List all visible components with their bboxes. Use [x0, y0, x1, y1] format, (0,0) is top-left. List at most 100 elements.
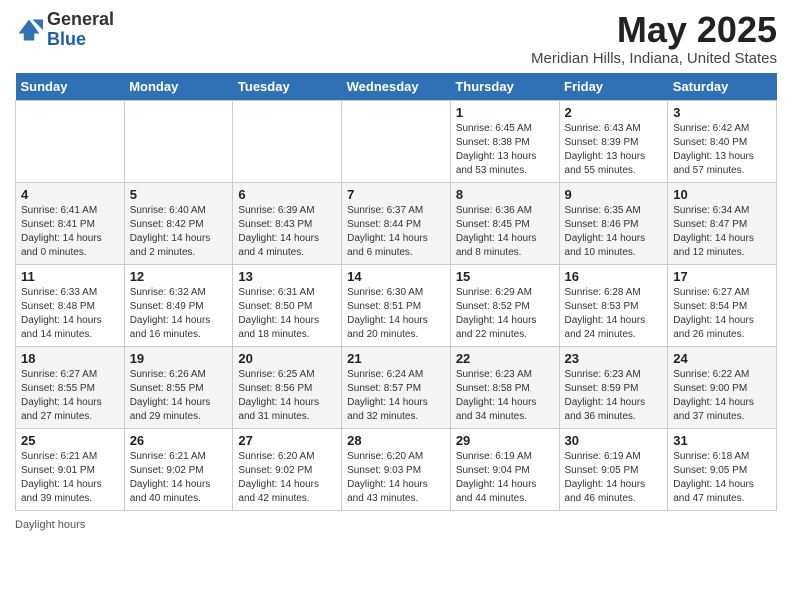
day-info: Sunrise: 6:42 AM Sunset: 8:40 PM Dayligh…	[673, 122, 771, 178]
day-info: Sunrise: 6:19 AM Sunset: 9:05 PM Dayligh…	[565, 450, 663, 506]
month-title: May 2025	[531, 10, 777, 50]
day-info: Sunrise: 6:23 AM Sunset: 8:58 PM Dayligh…	[456, 368, 554, 424]
day-cell: 16Sunrise: 6:28 AM Sunset: 8:53 PM Dayli…	[559, 264, 668, 346]
col-header-saturday: Saturday	[668, 73, 777, 101]
day-cell: 8 Sunrise: 6:36 AM Sunset: 8:45 PM Daylig…	[450, 182, 559, 264]
day-info: Sunrise: 6:34 AM Sunset: 8:47 PM Dayligh…	[673, 204, 771, 260]
day-cell: 24 Sunrise: 6:22 AM Sunset: 9:00 PM Dayli…	[668, 346, 777, 428]
day-number: 12	[130, 269, 228, 284]
day-info: Sunrise: 6:45 AM Sunset: 8:38 PM Dayligh…	[456, 122, 554, 178]
logo-general-text: General	[47, 9, 114, 29]
day-info: Sunrise: 6:28 AM Sunset: 8:53 PM Dayligh…	[565, 286, 663, 342]
day-number: 7	[347, 187, 445, 202]
day-number: 18	[21, 351, 119, 366]
day-cell: 29Sunrise: 6:19 AM Sunset: 9:04 PM Dayli…	[450, 428, 559, 510]
day-number: 30	[565, 433, 663, 448]
day-number: 27	[238, 433, 336, 448]
day-info: Sunrise: 6:20 AM Sunset: 9:03 PM Dayligh…	[347, 450, 445, 506]
day-number: 23	[565, 351, 663, 366]
col-header-thursday: Thursday	[450, 73, 559, 101]
day-cell: 13 Sunrise: 6:31 AM Sunset: 8:50 PM Dayli…	[233, 264, 342, 346]
day-cell: 22Sunrise: 6:23 AM Sunset: 8:58 PM Dayli…	[450, 346, 559, 428]
day-info: Sunrise: 6:23 AM Sunset: 8:59 PM Dayligh…	[565, 368, 663, 424]
day-info: Sunrise: 6:21 AM Sunset: 9:02 PM Dayligh…	[130, 450, 228, 506]
col-header-friday: Friday	[559, 73, 668, 101]
location-subtitle: Meridian Hills, Indiana, United States	[531, 50, 777, 67]
day-number: 11	[21, 269, 119, 284]
logo-text: General Blue	[47, 10, 114, 50]
day-number: 1	[456, 105, 554, 120]
day-number: 6	[238, 187, 336, 202]
calendar-table: SundayMondayTuesdayWednesdayThursdayFrid…	[15, 73, 777, 511]
day-cell	[16, 100, 125, 182]
day-number: 2	[565, 105, 663, 120]
day-cell: 6 Sunrise: 6:39 AM Sunset: 8:43 PM Daylig…	[233, 182, 342, 264]
day-number: 31	[673, 433, 771, 448]
day-info: Sunrise: 6:18 AM Sunset: 9:05 PM Dayligh…	[673, 450, 771, 506]
day-info: Sunrise: 6:19 AM Sunset: 9:04 PM Dayligh…	[456, 450, 554, 506]
day-info: Sunrise: 6:20 AM Sunset: 9:02 PM Dayligh…	[238, 450, 336, 506]
day-number: 8	[456, 187, 554, 202]
day-info: Sunrise: 6:32 AM Sunset: 8:49 PM Dayligh…	[130, 286, 228, 342]
day-cell: 18Sunrise: 6:27 AM Sunset: 8:55 PM Dayli…	[16, 346, 125, 428]
day-info: Sunrise: 6:33 AM Sunset: 8:48 PM Dayligh…	[21, 286, 119, 342]
day-cell: 17Sunrise: 6:27 AM Sunset: 8:54 PM Dayli…	[668, 264, 777, 346]
week-row-5: 25Sunrise: 6:21 AM Sunset: 9:01 PM Dayli…	[16, 428, 777, 510]
day-number: 17	[673, 269, 771, 284]
day-info: Sunrise: 6:31 AM Sunset: 8:50 PM Dayligh…	[238, 286, 336, 342]
day-cell: 19Sunrise: 6:26 AM Sunset: 8:55 PM Dayli…	[124, 346, 233, 428]
day-cell: 26 Sunrise: 6:21 AM Sunset: 9:02 PM Dayli…	[124, 428, 233, 510]
day-cell: 12 Sunrise: 6:32 AM Sunset: 8:49 PM Dayli…	[124, 264, 233, 346]
day-info: Sunrise: 6:29 AM Sunset: 8:52 PM Dayligh…	[456, 286, 554, 342]
day-info: Sunrise: 6:39 AM Sunset: 8:43 PM Dayligh…	[238, 204, 336, 260]
header-row: SundayMondayTuesdayWednesdayThursdayFrid…	[16, 73, 777, 101]
day-cell: 15 Sunrise: 6:29 AM Sunset: 8:52 PM Dayli…	[450, 264, 559, 346]
day-info: Sunrise: 6:25 AM Sunset: 8:56 PM Dayligh…	[238, 368, 336, 424]
day-cell: 2 Sunrise: 6:43 AM Sunset: 8:39 PM Daylig…	[559, 100, 668, 182]
day-number: 24	[673, 351, 771, 366]
day-cell: 25Sunrise: 6:21 AM Sunset: 9:01 PM Dayli…	[16, 428, 125, 510]
day-number: 9	[565, 187, 663, 202]
day-cell: 5 Sunrise: 6:40 AM Sunset: 8:42 PM Daylig…	[124, 182, 233, 264]
day-cell: 3 Sunrise: 6:42 AM Sunset: 8:40 PM Daylig…	[668, 100, 777, 182]
day-number: 14	[347, 269, 445, 284]
day-number: 5	[130, 187, 228, 202]
day-number: 10	[673, 187, 771, 202]
logo-blue-text: Blue	[47, 29, 86, 49]
day-info: Sunrise: 6:40 AM Sunset: 8:42 PM Dayligh…	[130, 204, 228, 260]
col-header-wednesday: Wednesday	[342, 73, 451, 101]
day-cell: 30 Sunrise: 6:19 AM Sunset: 9:05 PM Dayli…	[559, 428, 668, 510]
col-header-tuesday: Tuesday	[233, 73, 342, 101]
day-info: Sunrise: 6:36 AM Sunset: 8:45 PM Dayligh…	[456, 204, 554, 260]
day-number: 4	[21, 187, 119, 202]
day-info: Sunrise: 6:21 AM Sunset: 9:01 PM Dayligh…	[21, 450, 119, 506]
day-info: Sunrise: 6:37 AM Sunset: 8:44 PM Dayligh…	[347, 204, 445, 260]
logo-icon	[15, 16, 43, 44]
day-cell: 14 Sunrise: 6:30 AM Sunset: 8:51 PM Dayli…	[342, 264, 451, 346]
day-number: 28	[347, 433, 445, 448]
day-number: 26	[130, 433, 228, 448]
day-info: Sunrise: 6:35 AM Sunset: 8:46 PM Dayligh…	[565, 204, 663, 260]
title-block: May 2025 Meridian Hills, Indiana, United…	[531, 10, 777, 67]
day-info: Sunrise: 6:30 AM Sunset: 8:51 PM Dayligh…	[347, 286, 445, 342]
daylight-label: Daylight hours	[15, 519, 85, 531]
day-cell: 11 Sunrise: 6:33 AM Sunset: 8:48 PM Dayli…	[16, 264, 125, 346]
day-number: 3	[673, 105, 771, 120]
day-cell: 31 Sunrise: 6:18 AM Sunset: 9:05 PM Dayli…	[668, 428, 777, 510]
day-number: 15	[456, 269, 554, 284]
day-cell: 23 Sunrise: 6:23 AM Sunset: 8:59 PM Dayli…	[559, 346, 668, 428]
week-row-4: 18Sunrise: 6:27 AM Sunset: 8:55 PM Dayli…	[16, 346, 777, 428]
day-info: Sunrise: 6:41 AM Sunset: 8:41 PM Dayligh…	[21, 204, 119, 260]
day-number: 13	[238, 269, 336, 284]
day-cell: 7 Sunrise: 6:37 AM Sunset: 8:44 PM Daylig…	[342, 182, 451, 264]
day-cell	[124, 100, 233, 182]
day-cell	[233, 100, 342, 182]
day-info: Sunrise: 6:22 AM Sunset: 9:00 PM Dayligh…	[673, 368, 771, 424]
day-info: Sunrise: 6:43 AM Sunset: 8:39 PM Dayligh…	[565, 122, 663, 178]
day-number: 19	[130, 351, 228, 366]
week-row-3: 11 Sunrise: 6:33 AM Sunset: 8:48 PM Dayli…	[16, 264, 777, 346]
day-cell: 4 Sunrise: 6:41 AM Sunset: 8:41 PM Daylig…	[16, 182, 125, 264]
day-cell: 28 Sunrise: 6:20 AM Sunset: 9:03 PM Dayli…	[342, 428, 451, 510]
day-cell: 27 Sunrise: 6:20 AM Sunset: 9:02 PM Dayli…	[233, 428, 342, 510]
week-row-2: 4 Sunrise: 6:41 AM Sunset: 8:41 PM Daylig…	[16, 182, 777, 264]
